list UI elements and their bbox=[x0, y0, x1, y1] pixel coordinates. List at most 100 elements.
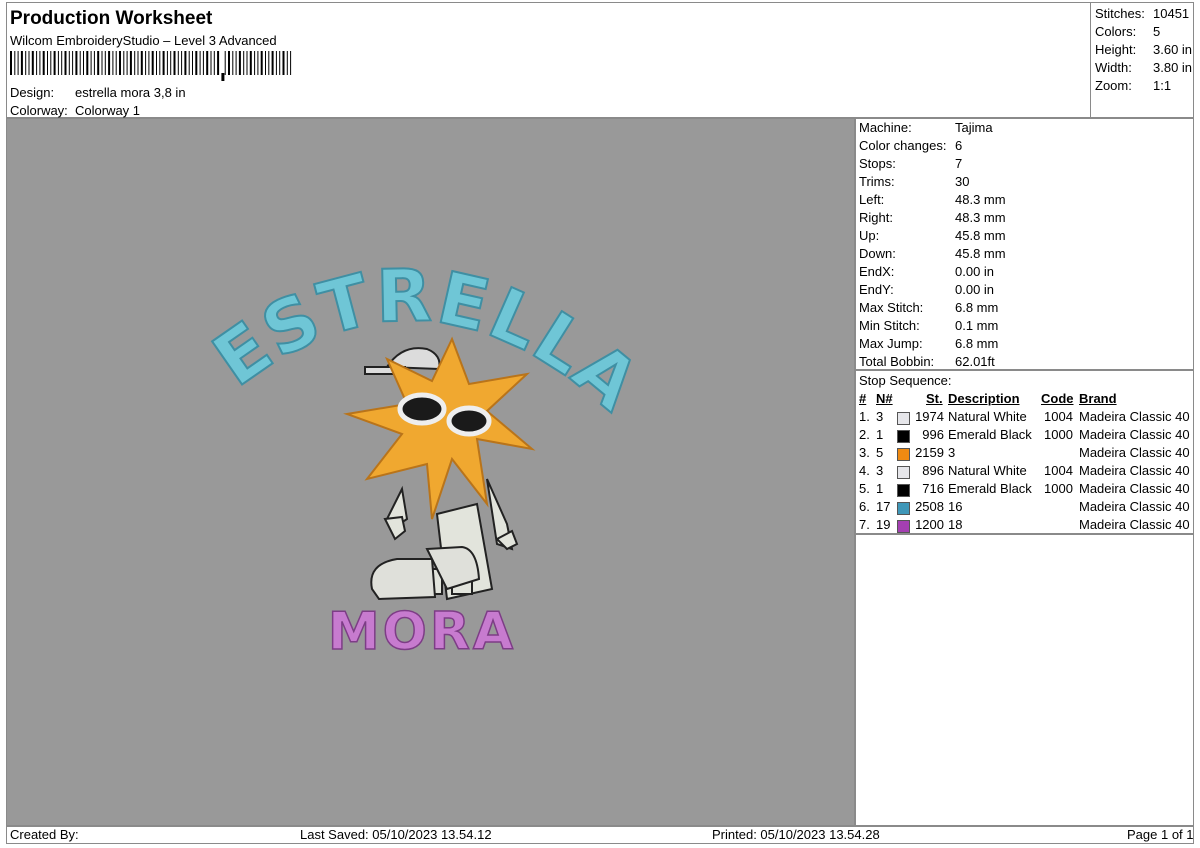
summary-row: Zoom: 1:1 bbox=[1091, 78, 1193, 96]
header-st: St. bbox=[926, 391, 943, 406]
machine-info-label: Color changes: bbox=[859, 138, 947, 153]
row-num: 1. bbox=[859, 409, 870, 424]
header-panel: Production Worksheet Wilcom EmbroiderySt… bbox=[6, 2, 1091, 118]
summary-value: 10451 bbox=[1153, 6, 1190, 21]
machine-info-label: Machine: bbox=[859, 120, 912, 135]
header-code: Code bbox=[1041, 391, 1074, 406]
machine-info-value: Tajima bbox=[955, 120, 993, 135]
summary-value: 1:1 bbox=[1153, 78, 1172, 93]
footer-last-saved: Last Saved: 05/10/2023 13.54.12 bbox=[300, 827, 492, 842]
row-brand: Madeira Classic 40 bbox=[1079, 499, 1190, 514]
machine-info-label: Up: bbox=[859, 228, 880, 243]
color-swatch bbox=[897, 412, 910, 425]
summary-value: 5 bbox=[1153, 24, 1161, 39]
row-description: Natural White bbox=[948, 463, 1027, 478]
color-swatch bbox=[897, 520, 910, 533]
row-code: 1004 bbox=[1044, 463, 1073, 478]
software-label: Wilcom EmbroideryStudio – Level 3 Advanc… bbox=[10, 33, 277, 48]
left-lens bbox=[397, 392, 447, 426]
summary-value: 3.60 in bbox=[1153, 42, 1193, 57]
row-code: 1004 bbox=[1044, 409, 1073, 424]
summary-panel: Stitches: 10451 Colors: 5 Height: 3.60 in Widt… bbox=[1090, 2, 1194, 118]
blank-panel bbox=[855, 534, 1194, 826]
row-description: Emerald Black bbox=[948, 481, 1032, 496]
stop-sequence-row: 4. 3 896 Natural White 1004 Madeira Classic 4… bbox=[856, 463, 1193, 481]
machine-info-value: 6.8 mm bbox=[955, 336, 999, 351]
machine-info-label: Max Stitch: bbox=[859, 300, 924, 315]
barcode-graphic bbox=[10, 51, 292, 81]
stop-sequence-row: 6. 17 2508 16 Madeira Classic 40 bbox=[856, 499, 1193, 517]
header-description: Description bbox=[948, 391, 1020, 406]
row-code: 1000 bbox=[1044, 481, 1073, 496]
design-label: Design: bbox=[10, 85, 55, 100]
header-n: N# bbox=[876, 391, 893, 406]
stop-sequence-row: 1. 3 1974 Natural White 1004 Madeira Classic … bbox=[856, 409, 1193, 427]
summary-row: Height: 3.60 in bbox=[1091, 42, 1193, 60]
machine-info-row: Up: 45.8 mm bbox=[856, 228, 1193, 246]
row-num: 4. bbox=[859, 463, 870, 478]
row-st: 1200 bbox=[915, 517, 944, 532]
machine-info-row: EndX: 0.00 in bbox=[856, 264, 1193, 282]
row-st: 2159 bbox=[915, 445, 944, 460]
machine-info-value: 48.3 mm bbox=[955, 192, 1006, 207]
machine-info-row: Right: 48.3 mm bbox=[856, 210, 1193, 228]
machine-info-label: Stops: bbox=[859, 156, 896, 171]
row-num: 3. bbox=[859, 445, 870, 460]
machine-info-value: 6 bbox=[955, 138, 963, 153]
machine-info-row: Max Jump: 6.8 mm bbox=[856, 336, 1193, 354]
design-value: estrella mora 3,8 in bbox=[75, 85, 186, 100]
machine-info-label: Max Jump: bbox=[859, 336, 923, 351]
design-bottom-text: MORA bbox=[328, 602, 516, 662]
row-n: 19 bbox=[876, 517, 891, 532]
stop-sequence-header: # N# St. Description Code Brand bbox=[856, 391, 1193, 409]
row-description: 3 bbox=[948, 445, 956, 460]
machine-info-value: 0.1 mm bbox=[955, 318, 999, 333]
summary-value: 3.80 in bbox=[1153, 60, 1193, 75]
row-n: 1 bbox=[876, 427, 884, 442]
summary-row: Width: 3.80 in bbox=[1091, 60, 1193, 78]
machine-info-value: 48.3 mm bbox=[955, 210, 1006, 225]
color-swatch bbox=[897, 502, 910, 515]
machine-info-value: 0.00 in bbox=[955, 282, 995, 297]
machine-info-value: 7 bbox=[955, 156, 963, 171]
machine-info-row: Trims: 30 bbox=[856, 174, 1193, 192]
summary-label: Width: bbox=[1095, 60, 1132, 75]
row-st: 996 bbox=[922, 427, 944, 442]
left-shoe bbox=[370, 558, 437, 601]
summary-row: Stitches: 10451 bbox=[1091, 6, 1193, 24]
embroidery-design: ESTRELLA MORA bbox=[197, 252, 655, 662]
row-st: 1974 bbox=[915, 409, 944, 424]
header-brand: Brand bbox=[1079, 391, 1117, 406]
row-n: 17 bbox=[876, 499, 891, 514]
summary-label: Colors: bbox=[1095, 24, 1137, 39]
row-n: 5 bbox=[876, 445, 884, 460]
left-hand bbox=[383, 515, 407, 541]
stop-sequence-row: 7. 19 1200 18 Madeira Classic 40 bbox=[856, 517, 1193, 535]
machine-info-row: Down: 45.8 mm bbox=[856, 246, 1193, 264]
machine-info-label: Right: bbox=[859, 210, 893, 225]
machine-info-row: Machine: Tajima bbox=[856, 120, 1193, 138]
summary-label: Stitches: bbox=[1095, 6, 1145, 21]
footer-page: Page 1 of 1 bbox=[1127, 827, 1194, 842]
row-brand: Madeira Classic 40 bbox=[1079, 463, 1190, 478]
stop-sequence-row: 3. 5 2159 3 Madeira Classic 40 bbox=[856, 445, 1193, 463]
stop-sequence-title: Stop Sequence: bbox=[859, 373, 952, 388]
summary-label: Height: bbox=[1095, 42, 1137, 57]
row-st: 896 bbox=[922, 463, 944, 478]
row-n: 3 bbox=[876, 463, 884, 478]
machine-info-row: Min Stitch: 0.1 mm bbox=[856, 318, 1193, 336]
row-description: Emerald Black bbox=[948, 427, 1032, 442]
machine-info-row: Left: 48.3 mm bbox=[856, 192, 1193, 210]
row-brand: Madeira Classic 40 bbox=[1079, 481, 1190, 496]
machine-info-value: 45.8 mm bbox=[955, 246, 1006, 261]
row-st: 716 bbox=[922, 481, 944, 496]
stop-sequence-row: 5. 1 716 Emerald Black 1000 Madeira Classic 4… bbox=[856, 481, 1193, 499]
header-num: # bbox=[859, 391, 867, 406]
machine-info-label: Total Bobbin: bbox=[859, 354, 935, 369]
row-n: 3 bbox=[876, 409, 884, 424]
machine-info-label: Min Stitch: bbox=[859, 318, 920, 333]
row-description: 16 bbox=[948, 499, 963, 514]
row-brand: Madeira Classic 40 bbox=[1079, 427, 1190, 442]
row-n: 1 bbox=[876, 481, 884, 496]
color-swatch bbox=[897, 448, 910, 461]
